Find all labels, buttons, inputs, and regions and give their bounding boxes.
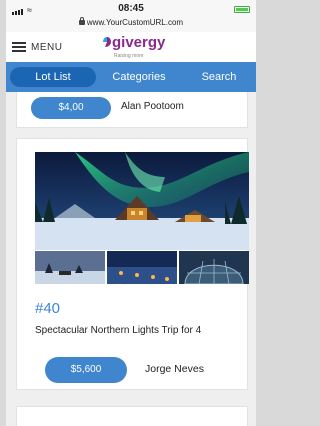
lot-card[interactable] [16,406,248,426]
lot-card[interactable]: $4,00 Alan Pootoom [16,92,248,128]
thumbnail-lit-path[interactable] [107,251,177,284]
thumbnail-strip [35,251,249,284]
app-header: MENU givergy Raising more [6,32,256,62]
lot-number: #40 [35,300,61,317]
northern-lights-photo[interactable] [35,152,249,250]
clock: 08:45 [118,3,144,14]
status-bar: ≈ 08:45 www.YourCustomURL.com [6,0,256,32]
url-text: www.YourCustomURL.com [86,18,184,27]
logo-text: givergy [112,34,166,51]
tab-search[interactable]: Search [194,67,244,87]
tab-lot-list[interactable]: Lot List [10,67,96,87]
hamburger-icon[interactable] [12,40,26,54]
address-bar[interactable]: www.YourCustomURL.com [6,17,256,27]
battery-icon [234,6,250,13]
tab-categories[interactable]: Categories [104,67,174,87]
lot-title[interactable]: Spectacular Northern Lights Trip for 4 [35,325,201,336]
givergy-logo[interactable]: givergy Raising more [102,34,166,59]
top-bidder-name: Jorge Neves [145,363,204,375]
logo-tagline: Raising more [114,53,144,59]
bid-price-button[interactable]: $5,600 [45,357,127,383]
tab-bar: Lot List Categories Search [6,62,256,92]
lot-card[interactable]: #40 Spectacular Northern Lights Trip for… [16,138,249,390]
top-bidder-name: Alan Pootoom [121,101,184,112]
phone-screen: ≈ 08:45 www.YourCustomURL.com MENU giver… [6,0,256,426]
lock-icon [78,17,85,26]
thumbnail-glass-igloo[interactable] [179,251,249,284]
logo-mark-icon [103,37,111,47]
bid-price-button[interactable]: $4,00 [31,97,111,119]
thumbnail-husky-sled[interactable] [35,251,105,284]
lot-list: $4,00 Alan Pootoom #40 Spectacular North… [6,92,256,426]
menu-button[interactable]: MENU [31,42,62,53]
